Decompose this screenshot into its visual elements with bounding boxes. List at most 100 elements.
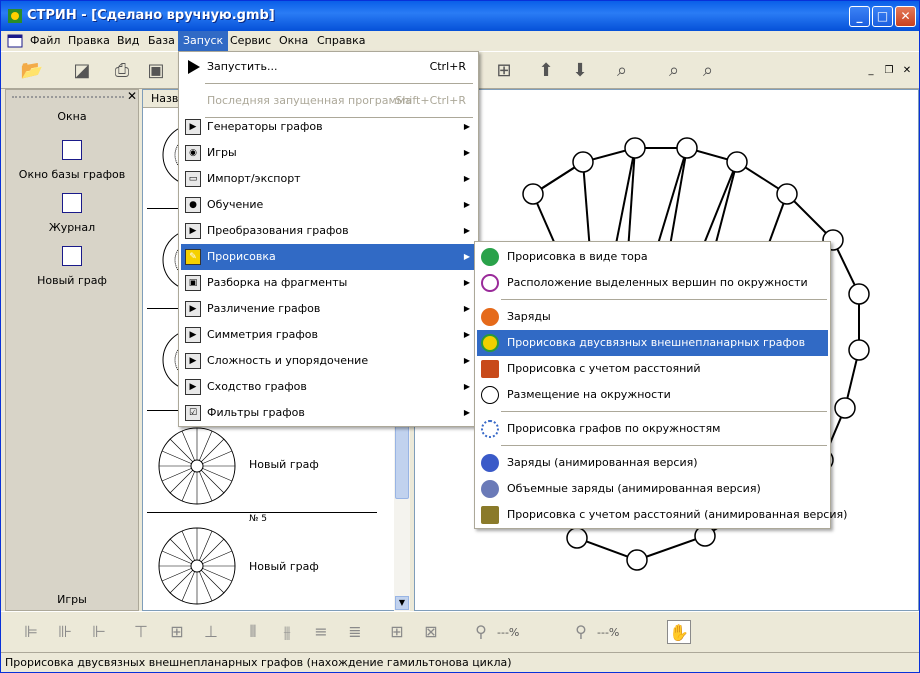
- app-icon: [8, 9, 22, 23]
- menu-edit[interactable]: Правка: [63, 31, 115, 51]
- panel-close-icon[interactable]: ✕: [127, 89, 137, 103]
- panel-item-new-graph[interactable]: Новый граф: [6, 246, 138, 287]
- menu-item-label: Заряды (анимированная версия): [507, 456, 698, 469]
- panel-item-graph-base[interactable]: Окно базы графов: [6, 140, 138, 181]
- submenu-item-charges[interactable]: Заряды: [477, 304, 828, 330]
- charges-icon: [481, 308, 499, 326]
- align-center-icon[interactable]: ⊪: [53, 620, 77, 644]
- hand-tool-icon[interactable]: ✋: [667, 620, 691, 644]
- menu-separator: [501, 445, 827, 446]
- list-item[interactable]: Новый граф: [143, 522, 393, 610]
- distribute-v-icon[interactable]: ⫵: [275, 620, 299, 644]
- menu-item-label: Фильтры графов: [207, 406, 305, 419]
- open-folder-icon[interactable]: 📂: [19, 58, 45, 82]
- list-item[interactable]: Новый граф: [143, 422, 393, 510]
- menu-separator: [501, 299, 827, 300]
- menu-item-label: Обучение: [207, 198, 264, 211]
- zoom-icon[interactable]: ⚲: [469, 620, 493, 644]
- menu-item-complexity[interactable]: ▶ Сложность и упорядочение ▶: [181, 348, 476, 374]
- menu-item-fragments[interactable]: ▣ Разборка на фрагменты ▶: [181, 270, 476, 296]
- align-top-icon[interactable]: ⊤: [129, 620, 153, 644]
- zoom-value[interactable]: ---%: [497, 626, 519, 639]
- panel-header: ✕: [6, 89, 140, 104]
- submenu-item-torus[interactable]: Прорисовка в виде тора: [477, 244, 828, 270]
- menu-item-run[interactable]: Запустить... Ctrl+R: [181, 54, 476, 80]
- submenu-item-distances-animated[interactable]: Прорисовка с учетом расстояний (анимиров…: [477, 502, 847, 528]
- scroll-down-icon[interactable]: ▼: [395, 596, 409, 610]
- move-down-icon[interactable]: ⬇: [567, 58, 593, 82]
- app-window: СТРИН - [Сделано вручную.gmb] _ □ ✕ Файл…: [0, 0, 920, 673]
- layout-toolbar: ⊫ ⊪ ⊩ ⊤ ⊞ ⊥ ⫴ ⫵ ≡ ≣ ⊞ ⊠ ⚲ ---% ⚲ ---% ✋: [1, 611, 919, 651]
- minimize-button[interactable]: _: [849, 6, 870, 27]
- menu-item-learning[interactable]: ● Обучение ▶: [181, 192, 476, 218]
- print-icon[interactable]: ⎙: [109, 58, 135, 82]
- panel-section-games[interactable]: Игры: [6, 593, 138, 606]
- find-next-icon[interactable]: ⌕: [695, 58, 721, 82]
- panel-grip[interactable]: [12, 96, 124, 98]
- menu-item-label: Прорисовка в виде тора: [507, 250, 648, 263]
- window-title: СТРИН - [Сделано вручную.gmb]: [27, 8, 275, 23]
- close-button[interactable]: ✕: [895, 6, 916, 27]
- menu-item-similarity[interactable]: ▶ Сходство графов ▶: [181, 374, 476, 400]
- zoom-value-2[interactable]: ---%: [597, 626, 619, 639]
- menu-item-label: Объемные заряды (анимированная версия): [507, 482, 761, 495]
- submenu-arrow-icon: ▶: [463, 356, 470, 365]
- zoom-graph-icon[interactable]: ⚲: [569, 620, 593, 644]
- drawing-submenu: Прорисовка в виде тора Расположение выде…: [474, 241, 847, 529]
- menu-base[interactable]: База: [143, 31, 180, 51]
- panel-section-title: Окна: [57, 110, 87, 123]
- align-right-icon[interactable]: ⊩: [87, 620, 111, 644]
- submenu-item-outerplanar[interactable]: Прорисовка двусвязных внешнепланарных гр…: [477, 330, 828, 356]
- grid-off-icon[interactable]: ⊠: [419, 620, 443, 644]
- submenu-item-charges-animated[interactable]: Заряды (анимированная версия): [477, 450, 828, 476]
- distribute-h-icon[interactable]: ⫴: [241, 620, 265, 644]
- menu-windows[interactable]: Окна: [274, 31, 313, 51]
- space-h-icon[interactable]: ≡: [309, 620, 333, 644]
- maximize-button[interactable]: □: [872, 6, 893, 27]
- grid-on-icon[interactable]: ⊞: [385, 620, 409, 644]
- submenu-arrow-icon: ▶: [463, 174, 470, 183]
- menu-run[interactable]: Запуск: [178, 31, 229, 51]
- title-bar[interactable]: СТРИН - [Сделано вручную.gmb] _ □ ✕: [1, 1, 919, 31]
- menu-file[interactable]: Файл: [25, 31, 65, 51]
- submenu-item-circle[interactable]: Размещение на окружности: [477, 382, 828, 408]
- find-prev-icon[interactable]: ⌕: [661, 58, 687, 82]
- panel-item-journal[interactable]: Журнал: [6, 193, 138, 234]
- scrollbar-thumb[interactable]: [395, 419, 409, 499]
- menu-item-label: Прорисовка с учетом расстояний (анимиров…: [507, 508, 848, 521]
- menu-item-filters[interactable]: ☑ Фильтры графов ▶: [181, 400, 476, 426]
- menu-item-generators[interactable]: ▶ Генераторы графов ▶: [181, 114, 476, 140]
- menu-item-symmetry[interactable]: ▶ Симметрия графов ▶: [181, 322, 476, 348]
- menu-help[interactable]: Справка: [312, 31, 370, 51]
- move-up-icon[interactable]: ⬆: [533, 58, 559, 82]
- charges-animated-icon: [481, 454, 499, 472]
- align-left-icon[interactable]: ⊫: [19, 620, 43, 644]
- space-v-icon[interactable]: ≣: [343, 620, 367, 644]
- menu-item-label: Разборка на фрагменты: [207, 276, 348, 289]
- document-icon[interactable]: [7, 33, 23, 49]
- menu-item-transformations[interactable]: ▶ Преобразования графов ▶: [181, 218, 476, 244]
- preview-icon[interactable]: ▣: [143, 58, 169, 82]
- menu-item-distinguishing[interactable]: ▶ Различение графов ▶: [181, 296, 476, 322]
- windows-panel: ✕ Окна Окно базы графов Журнал Новый гра…: [5, 89, 139, 611]
- grid-icon[interactable]: ⊞: [491, 58, 517, 82]
- find-icon[interactable]: ⌕: [609, 58, 635, 82]
- menu-item-drawing[interactable]: ✎ Прорисовка ▶: [181, 244, 476, 270]
- menu-item-import-export[interactable]: ▭ Импорт/экспорт ▶: [181, 166, 476, 192]
- align-middle-icon[interactable]: ⊞: [165, 620, 189, 644]
- menu-view[interactable]: Вид: [112, 31, 144, 51]
- menu-item-shortcut: Shift+Ctrl+R: [395, 94, 466, 107]
- submenu-item-distances[interactable]: Прорисовка с учетом расстояний: [477, 356, 828, 382]
- menu-item-games[interactable]: ◉ Игры ▶: [181, 140, 476, 166]
- submenu-item-circles[interactable]: Прорисовка графов по окружностям: [477, 416, 828, 442]
- submenu-item-circle-selected[interactable]: Расположение выделенных вершин по окружн…: [477, 270, 828, 296]
- submenu-item-volume-charges[interactable]: Объемные заряды (анимированная версия): [477, 476, 828, 502]
- volume-charges-icon: [481, 480, 499, 498]
- menu-separator: [501, 411, 827, 412]
- save-icon[interactable]: ◪: [69, 58, 95, 82]
- align-bottom-icon[interactable]: ⊥: [199, 620, 223, 644]
- status-bar: Прорисовка двусвязных внешнепланарных гр…: [1, 652, 919, 673]
- circle-icon: [481, 386, 499, 404]
- folder-icon: ▶: [185, 119, 201, 135]
- menu-service[interactable]: Сервис: [225, 31, 276, 51]
